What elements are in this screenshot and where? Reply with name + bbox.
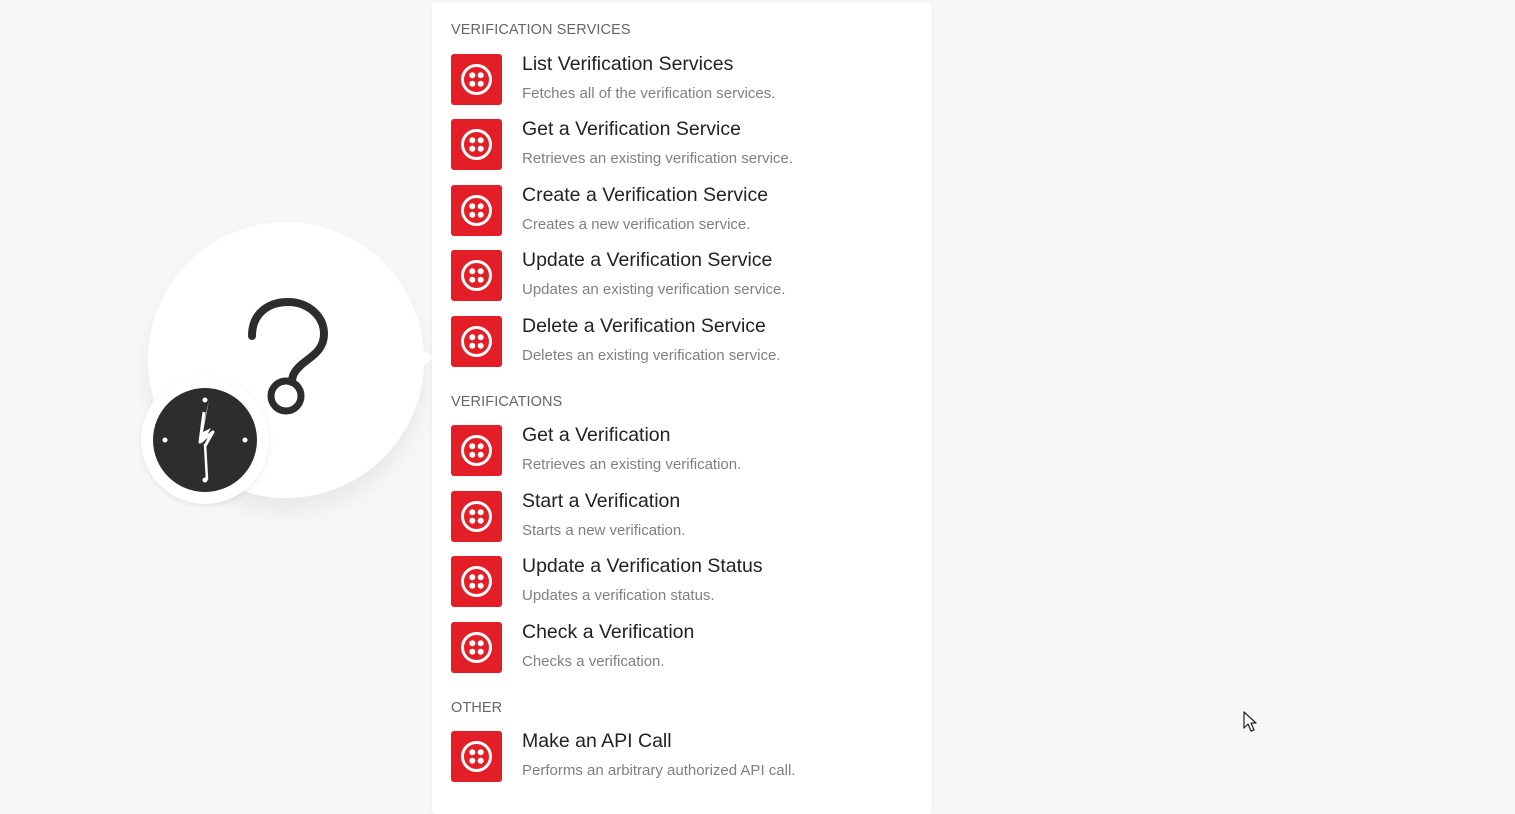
- clock-icon: [153, 388, 257, 492]
- twilio-icon: [451, 425, 502, 476]
- section-title: OTHER: [451, 700, 503, 716]
- menu-item-description: Starts a new verification.: [522, 522, 686, 539]
- menu-item[interactable]: Make an API Call Performs an arbitrary au…: [451, 730, 921, 788]
- menu-item-title: Check a Verification: [522, 621, 695, 643]
- twilio-icon: [451, 316, 502, 367]
- section-title: VERIFICATIONS: [451, 394, 563, 410]
- menu-item-title: Start a Verification: [522, 490, 681, 512]
- twilio-icon: [451, 185, 502, 236]
- twilio-icon: [451, 731, 502, 782]
- twilio-icon: [451, 250, 502, 301]
- menu-item-description: Updates a verification status.: [522, 587, 715, 604]
- menu-item-title: Delete a Verification Service: [522, 315, 766, 337]
- twilio-icon: [451, 491, 502, 542]
- menu-item[interactable]: Update a Verification Status Updates a ve…: [451, 555, 921, 613]
- menu-item-description: Deletes an existing verification service…: [522, 347, 781, 364]
- menu-item-description: Checks a verification.: [522, 653, 665, 670]
- mouse-cursor-icon: [1243, 711, 1257, 732]
- menu-item[interactable]: Get a Verification Retrieves an existing …: [451, 424, 921, 482]
- menu-item-description: Performs an arbitrary authorized API cal…: [522, 762, 796, 779]
- menu-item-description: Retrieves an existing verification.: [522, 456, 742, 473]
- clock-badge: [141, 376, 269, 504]
- menu-item-title: Get a Verification: [522, 424, 671, 446]
- menu-item-title: Make an API Call: [522, 730, 672, 752]
- menu-item-description: Fetches all of the verification services…: [522, 85, 776, 102]
- menu-item[interactable]: Check a Verification Checks a verificatio…: [451, 621, 921, 679]
- twilio-icon: [451, 119, 502, 170]
- menu-item-title: Get a Verification Service: [522, 118, 741, 140]
- action-menu: VERIFICATION SERVICES List Verification S…: [432, 2, 932, 814]
- menu-item[interactable]: Get a Verification Service Retrieves an e…: [451, 118, 921, 176]
- menu-item-description: Retrieves an existing verification servi…: [522, 150, 793, 167]
- twilio-icon: [451, 622, 502, 673]
- menu-item-title: Update a Verification Service: [522, 249, 773, 271]
- menu-item[interactable]: Delete a Verification Service Deletes an …: [451, 315, 921, 373]
- menu-item[interactable]: Start a Verification Starts a new verific…: [451, 490, 921, 548]
- menu-item[interactable]: Update a Verification Service Updates an …: [451, 249, 921, 307]
- menu-item-title: Update a Verification Status: [522, 555, 763, 577]
- menu-item-title: Create a Verification Service: [522, 184, 769, 206]
- twilio-icon: [451, 556, 502, 607]
- menu-item-description: Updates an existing verification service…: [522, 281, 786, 298]
- menu-item-title: List Verification Services: [522, 53, 734, 75]
- menu-item[interactable]: List Verification Services Fetches all of…: [451, 53, 921, 111]
- menu-item-description: Creates a new verification service.: [522, 216, 751, 233]
- section-title: VERIFICATION SERVICES: [451, 22, 631, 38]
- twilio-icon: [451, 54, 502, 105]
- menu-item[interactable]: Create a Verification Service Creates a n…: [451, 184, 921, 242]
